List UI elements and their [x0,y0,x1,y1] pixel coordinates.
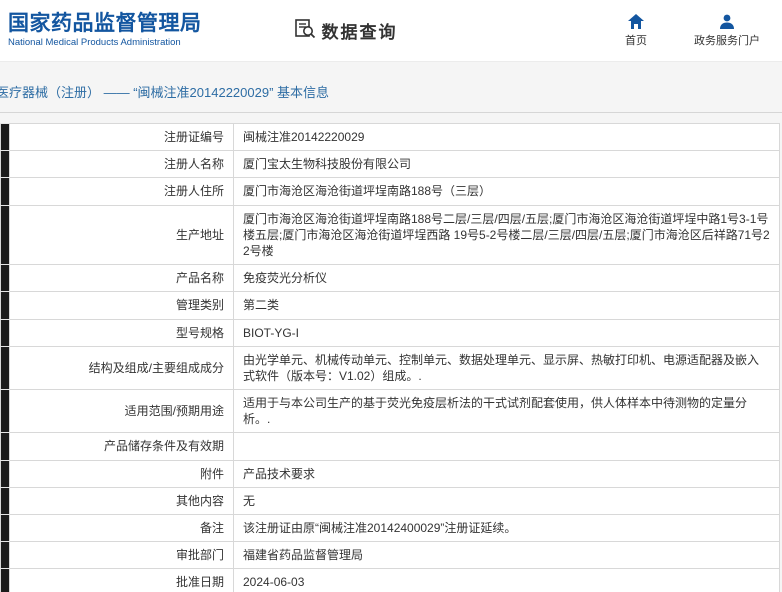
field-label: 注册人住所 [9,177,234,206]
field-value: 无 [233,486,780,516]
field-value: 厦门宝太生物科技股份有限公司 [233,150,780,179]
field-value: 第二类 [233,291,780,320]
table-row: 注册人名称 厦门宝太生物科技股份有限公司 [0,150,780,179]
row-strip [0,345,10,391]
field-label: 型号规格 [9,318,234,347]
field-value: 由光学单元、机械传动单元、控制单元、数据处理单元、显示屏、热敏打印机、电源适配器… [233,345,780,391]
field-label: 管理类别 [9,291,234,320]
data-query-title: 数据查询 [321,23,398,42]
field-label: 备注 [9,513,234,543]
row-strip [0,541,10,570]
nav-home[interactable]: 首页 [614,13,658,48]
field-label: 其他内容 [9,486,234,516]
portal-user-icon [719,14,735,29]
field-label: 批准日期 [9,568,234,592]
field-label: 产品储存条件及有效期 [9,432,234,461]
field-label: 生产地址 [9,204,234,266]
table-row: 其他内容无 [0,486,780,516]
table-row: 注册人住所 厦门市海沧区海沧街道坪埕南路188号（三层） [0,177,780,206]
home-icon [628,13,644,29]
row-strip [0,486,10,516]
table-row: 备注 该注册证由原“闽械注准20142400029”注册证延续。 [0,513,780,543]
field-value: 闽械注准20142220029 [233,122,780,152]
table-row: 生产地址 厦门市海沧区海沧街道坪埕南路188号二层/三层/四层/五层;厦门市海沧区… [0,204,780,266]
field-value: 产品技术要求 [233,459,780,488]
table-row: 注册证编号 闽械注准20142220029 [0,122,780,152]
field-value: 2024-06-03 [233,568,780,592]
table-row: 适用范围/预期用途 适用于与本公司生产的基于荧光免疫层析法的干式试剂配套使用，供人… [0,389,780,434]
row-strip [0,318,10,347]
field-label: 注册证编号 [9,122,234,152]
nav-portal[interactable]: 政务服务门户 [694,14,760,48]
field-label: 产品名称 [9,264,234,293]
data-query-nav[interactable]: 数据查询 [294,17,398,44]
field-value: BIOT-YG-I [233,318,780,347]
table-row: 型号规格 BIOT-YG-I [0,318,780,347]
data-query-icon [294,17,316,44]
field-label: 注册人名称 [9,150,234,179]
row-strip [0,513,10,543]
field-value [233,432,780,461]
field-value: 厦门市海沧区海沧街道坪埕南路188号二层/三层/四层/五层;厦门市海沧区海沧街道… [233,204,780,266]
logo-subtitle: National Medical Products Administration [8,37,181,49]
field-value: 免疫荧光分析仪 [233,264,780,293]
header-nav: 首页 政务服务门户 [614,13,760,48]
field-label: 附件 [9,459,234,488]
table-row: 管理类别 第二类 [0,291,780,320]
field-label: 结构及组成/主要组成成分 [9,345,234,391]
info-table-body: 注册证编号 闽械注准20142220029 注册人名称 厦门宝太生物科技股份有限公司注… [0,122,780,592]
field-label: 适用范围/预期用途 [9,389,234,434]
field-value: 福建省药品监督管理局 [233,541,780,570]
row-strip [0,568,10,592]
row-strip [0,264,10,293]
registration-info-table: 注册证编号 闽械注准20142220029 注册人名称 厦门宝太生物科技股份有限公司注… [0,122,780,592]
field-label: 审批部门 [9,541,234,570]
logo-title: 国家药品监督管理局 [8,12,202,36]
row-strip [0,432,10,461]
row-strip [0,177,10,206]
table-row: 附件 产品技术要求 [0,459,780,488]
row-strip [0,150,10,179]
table-row: 结构及组成/主要组成成分 由光学单元、机械传动单元、控制单元、数据处理单元、显示屏… [0,345,780,391]
table-row: 产品名称 免疫荧光分析仪 [0,264,780,293]
table-row: 批准日期 2024-06-03 [0,568,780,592]
row-strip [0,459,10,488]
breadcrumb: 医疗器械（注册） —— “闽械注准20142220029” 基本信息 [0,82,782,113]
nav-portal-label: 政务服务门户 [694,34,760,47]
row-strip [0,122,10,152]
breadcrumb-text: 医疗器械（注册） —— “闽械注准20142220029” 基本信息 [0,85,330,100]
field-value: 该注册证由原“闽械注准20142400029”注册证延续。 [233,513,780,543]
table-row: 产品储存条件及有效期 [0,432,780,461]
row-strip [0,389,10,434]
nav-home-label: 首页 [625,34,647,47]
nmpa-logo: 国家药品监督管理局 National Medical Products Admi… [8,12,202,49]
table-row: 审批部门 福建省药品监督管理局 [0,541,780,570]
field-value: 适用于与本公司生产的基于荧光免疫层析法的干式试剂配套使用，供人体样本中待测物的定… [233,389,780,434]
row-strip [0,204,10,266]
row-strip [0,291,10,320]
field-value: 厦门市海沧区海沧街道坪埕南路188号（三层） [233,177,780,206]
page-header: 国家药品监督管理局 National Medical Products Admi… [0,0,782,62]
